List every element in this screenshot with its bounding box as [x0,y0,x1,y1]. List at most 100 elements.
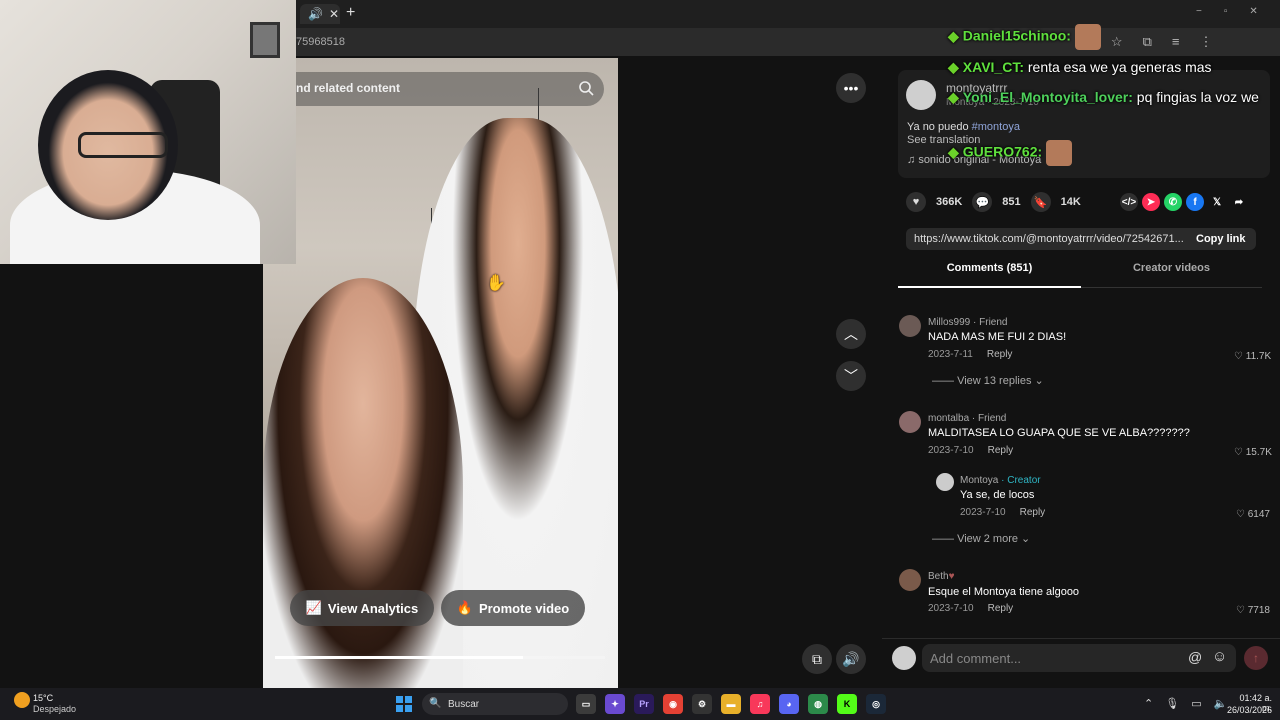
search-icon: 🔍 [429,698,442,709]
reply-button[interactable]: Reply [988,603,1014,614]
chevron-up-icon[interactable]: ⌃ [1144,697,1153,710]
share-buttons: </> ➤ ✆ f 𝕏 ➦ [1120,193,1248,211]
close-tab-icon[interactable]: ✕ [329,7,339,21]
comment-username[interactable]: Beth♥ [928,571,955,582]
weather-icon[interactable] [14,692,30,708]
reply-avatar[interactable] [936,473,954,491]
emoji-icon[interactable]: ☺ [1212,648,1227,665]
taskbar-apps: ▭ ✦ Pr ◉ ⚙ ▬ ♫ ◕ ◍ K ◎ [576,694,886,714]
premiere-icon[interactable]: Pr [634,694,654,714]
promote-video-label: Promote video [478,600,570,616]
wall-frame [250,22,280,58]
comment-likes[interactable]: ♡ 15.7K [1234,447,1272,458]
comment-meta: 2023-7-10 Reply [928,445,1013,456]
x-icon[interactable]: 𝕏 [1208,193,1226,211]
tab-creator-videos[interactable]: Creator videos [1081,262,1262,288]
weather-temp[interactable]: 15°C [33,693,53,703]
reply-username[interactable]: Montoya · Creator [960,475,1041,486]
comment-avatar[interactable] [899,569,921,591]
taskbar-search[interactable]: Buscar [422,693,568,715]
browser-tab[interactable]: 🔊 ✕ [300,4,340,24]
previous-video-button[interactable]: ︿ [836,319,866,349]
comment-date: 2023-7-11 [928,349,973,360]
send-icon[interactable]: ➤ [1142,193,1160,211]
copy-link-button[interactable]: Copy link [1196,233,1246,245]
bookmark-star-icon[interactable]: ☆ [1111,34,1123,50]
volume-button[interactable]: 🔊 [836,644,866,674]
next-video-button[interactable]: ﹀ [836,361,866,391]
view-analytics-button[interactable]: 📈 View Analytics [290,590,434,626]
windows-start-icon[interactable] [396,696,412,712]
browser-icon[interactable]: ◍ [808,694,828,714]
search-icon[interactable] [578,80,594,96]
settings-icon[interactable]: ⚙ [692,694,712,714]
comment-likes[interactable]: ♡ 11.7K [1234,351,1271,362]
promote-video-button[interactable]: 🔥 Promote video [441,590,585,626]
picture-in-picture-button[interactable]: ⧉ [802,644,832,674]
more-options-button[interactable]: ••• [836,73,866,103]
new-tab-button[interactable]: + [346,4,355,22]
music-icon[interactable]: ♫ [750,694,770,714]
comment-likes[interactable]: ♡ 7718 [1236,605,1270,616]
whatsapp-icon[interactable]: ✆ [1164,193,1182,211]
tab-comments[interactable]: Comments (851) [898,262,1081,288]
reply-meta: 2023-7-10 Reply [960,507,1045,518]
minimize-icon[interactable]: − [1196,6,1202,17]
left-dark-area [0,264,263,688]
author-avatar[interactable] [906,80,936,110]
heart-outline-icon: ♡ [1236,605,1248,616]
window-controls: − ▫ ✕ [1196,6,1258,17]
facebook-icon[interactable]: f [1186,193,1204,211]
discord-icon[interactable]: ◕ [779,694,799,714]
embed-icon[interactable]: </> [1120,193,1138,211]
send-comment-button[interactable]: ↑ [1244,646,1268,670]
comment-date: 2023-7-10 [928,445,974,456]
weather-desc[interactable]: Despejado [33,704,76,714]
clock-date[interactable]: 26/03/2026 [1222,705,1272,715]
media-icon[interactable]: ≡ [1172,34,1180,50]
hashtag-link[interactable]: #montoya [972,121,1020,133]
heart-outline-icon: ♡ [1234,351,1246,362]
microphone-icon[interactable]: 🎙 [1165,697,1179,710]
heart-outline-icon: ♡ [1236,509,1248,520]
comment-username[interactable]: montalba · Friend [928,413,1006,424]
comment-icon[interactable]: 💬 [972,192,993,212]
view-replies-button[interactable]: ―― View 13 replies ⌄ [932,374,1044,387]
volume-icon: 🔊 [842,650,860,667]
bookmark-icon[interactable]: 🔖 [1030,192,1051,212]
share-arrow-icon[interactable]: ➦ [1230,193,1248,211]
comment-meta: 2023-7-11 Reply [928,349,1012,360]
display-icon[interactable]: ▭ [1191,697,1201,710]
task-view-icon[interactable]: ▭ [576,694,596,714]
reply-likes[interactable]: ♡ 6147 [1236,509,1270,520]
engagement-stats: ♥ 366K 💬 851 🔖 14K [906,192,1081,212]
view-replies-label: View 13 replies [957,375,1032,387]
chat-message: ◆ XAVI_CT: renta esa we ya generas mas [948,59,1212,76]
extensions-icon[interactable]: ⧉ [1143,34,1152,50]
steam-icon[interactable]: ◎ [866,694,886,714]
comment-avatar[interactable] [899,315,921,337]
creator-tag: · Creator [998,475,1041,486]
folder-icon[interactable]: ▬ [721,694,741,714]
copilot-icon[interactable]: ✦ [605,694,625,714]
reply-button[interactable]: Reply [988,445,1014,456]
flame-icon: 🔥 [456,600,473,615]
chat-user: Daniel15chinoo: [962,27,1071,44]
comment-avatar[interactable] [899,411,921,433]
close-window-icon[interactable]: ✕ [1249,6,1257,17]
kick-icon[interactable]: K [837,694,857,714]
heart-icon[interactable]: ♥ [906,192,926,212]
view-more-label: View 2 more [957,533,1018,545]
restore-icon[interactable]: ▫ [1224,6,1228,17]
chrome-icon[interactable]: ◉ [663,694,683,714]
reply-button[interactable]: Reply [987,349,1013,360]
gem-badge-icon: ◆ [948,89,959,105]
menu-icon[interactable]: ⋮ [1199,34,1212,50]
comment-username[interactable]: Millos999 · Friend [928,317,1007,328]
mention-icon[interactable]: @ [1188,649,1202,665]
reply-button[interactable]: Reply [1020,507,1046,518]
view-more-replies-button[interactable]: ―― View 2 more ⌄ [932,532,1030,545]
username-text: Millos999 [928,317,971,328]
speaker-icon[interactable]: 🔊 [308,7,323,21]
address-text: 75968518 [296,36,345,48]
